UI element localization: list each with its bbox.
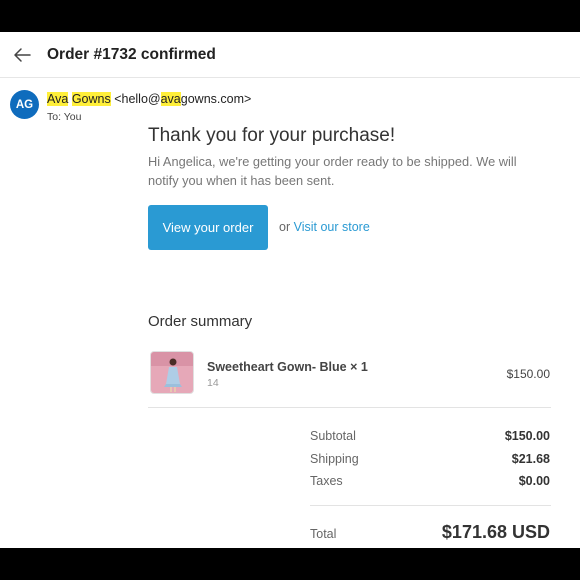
totals-divider [310, 505, 551, 506]
subtotal-label: Subtotal [310, 429, 356, 443]
sender-avatar: AG [10, 90, 39, 119]
back-arrow-icon[interactable] [12, 45, 32, 65]
email-header: Order #1732 confirmed [0, 32, 580, 78]
total-label: Total [310, 527, 337, 541]
order-message: Hi Angelica, we're getting your order re… [148, 154, 517, 188]
visit-store-link[interactable]: Visit our store [294, 220, 370, 234]
to-label: To: [47, 111, 62, 123]
thank-you-heading: Thank you for your purchase! [148, 125, 396, 146]
order-summary-heading: Order summary [148, 313, 253, 330]
item-divider [148, 407, 551, 408]
shipping-label: Shipping [310, 452, 359, 466]
sender-line: Ava Gowns <hello@avagowns.com> [47, 92, 251, 106]
product-price: $150.00 [506, 367, 550, 381]
sender-email-highlight: ava [160, 92, 181, 106]
email-view: Order #1732 confirmed AG Ava Gowns <hell… [0, 32, 580, 548]
total-value: $171.68 USD [441, 522, 550, 542]
subtotal-value: $150.00 [504, 429, 550, 443]
or-text: or [279, 220, 291, 234]
to-value: You [63, 111, 82, 123]
shipping-value: $21.68 [511, 452, 550, 466]
taxes-value: $0.00 [518, 474, 550, 488]
sender-email-suffix: gowns.com> [180, 92, 252, 106]
recipient-line: To: You [47, 111, 81, 123]
email-subject: Order #1732 confirmed [47, 46, 216, 63]
sender-email-prefix: <hello@ [114, 92, 161, 106]
taxes-label: Taxes [310, 474, 343, 488]
product-name: Sweetheart Gown- Blue × 1 [207, 360, 368, 374]
visit-store-line: or Visit our store [279, 220, 370, 234]
view-order-button[interactable]: View your order [148, 205, 268, 250]
sender-name-first: Ava [47, 92, 69, 106]
product-thumbnail [150, 351, 194, 394]
sender-name-last: Gowns [71, 92, 111, 106]
product-variant: 14 [207, 377, 219, 389]
